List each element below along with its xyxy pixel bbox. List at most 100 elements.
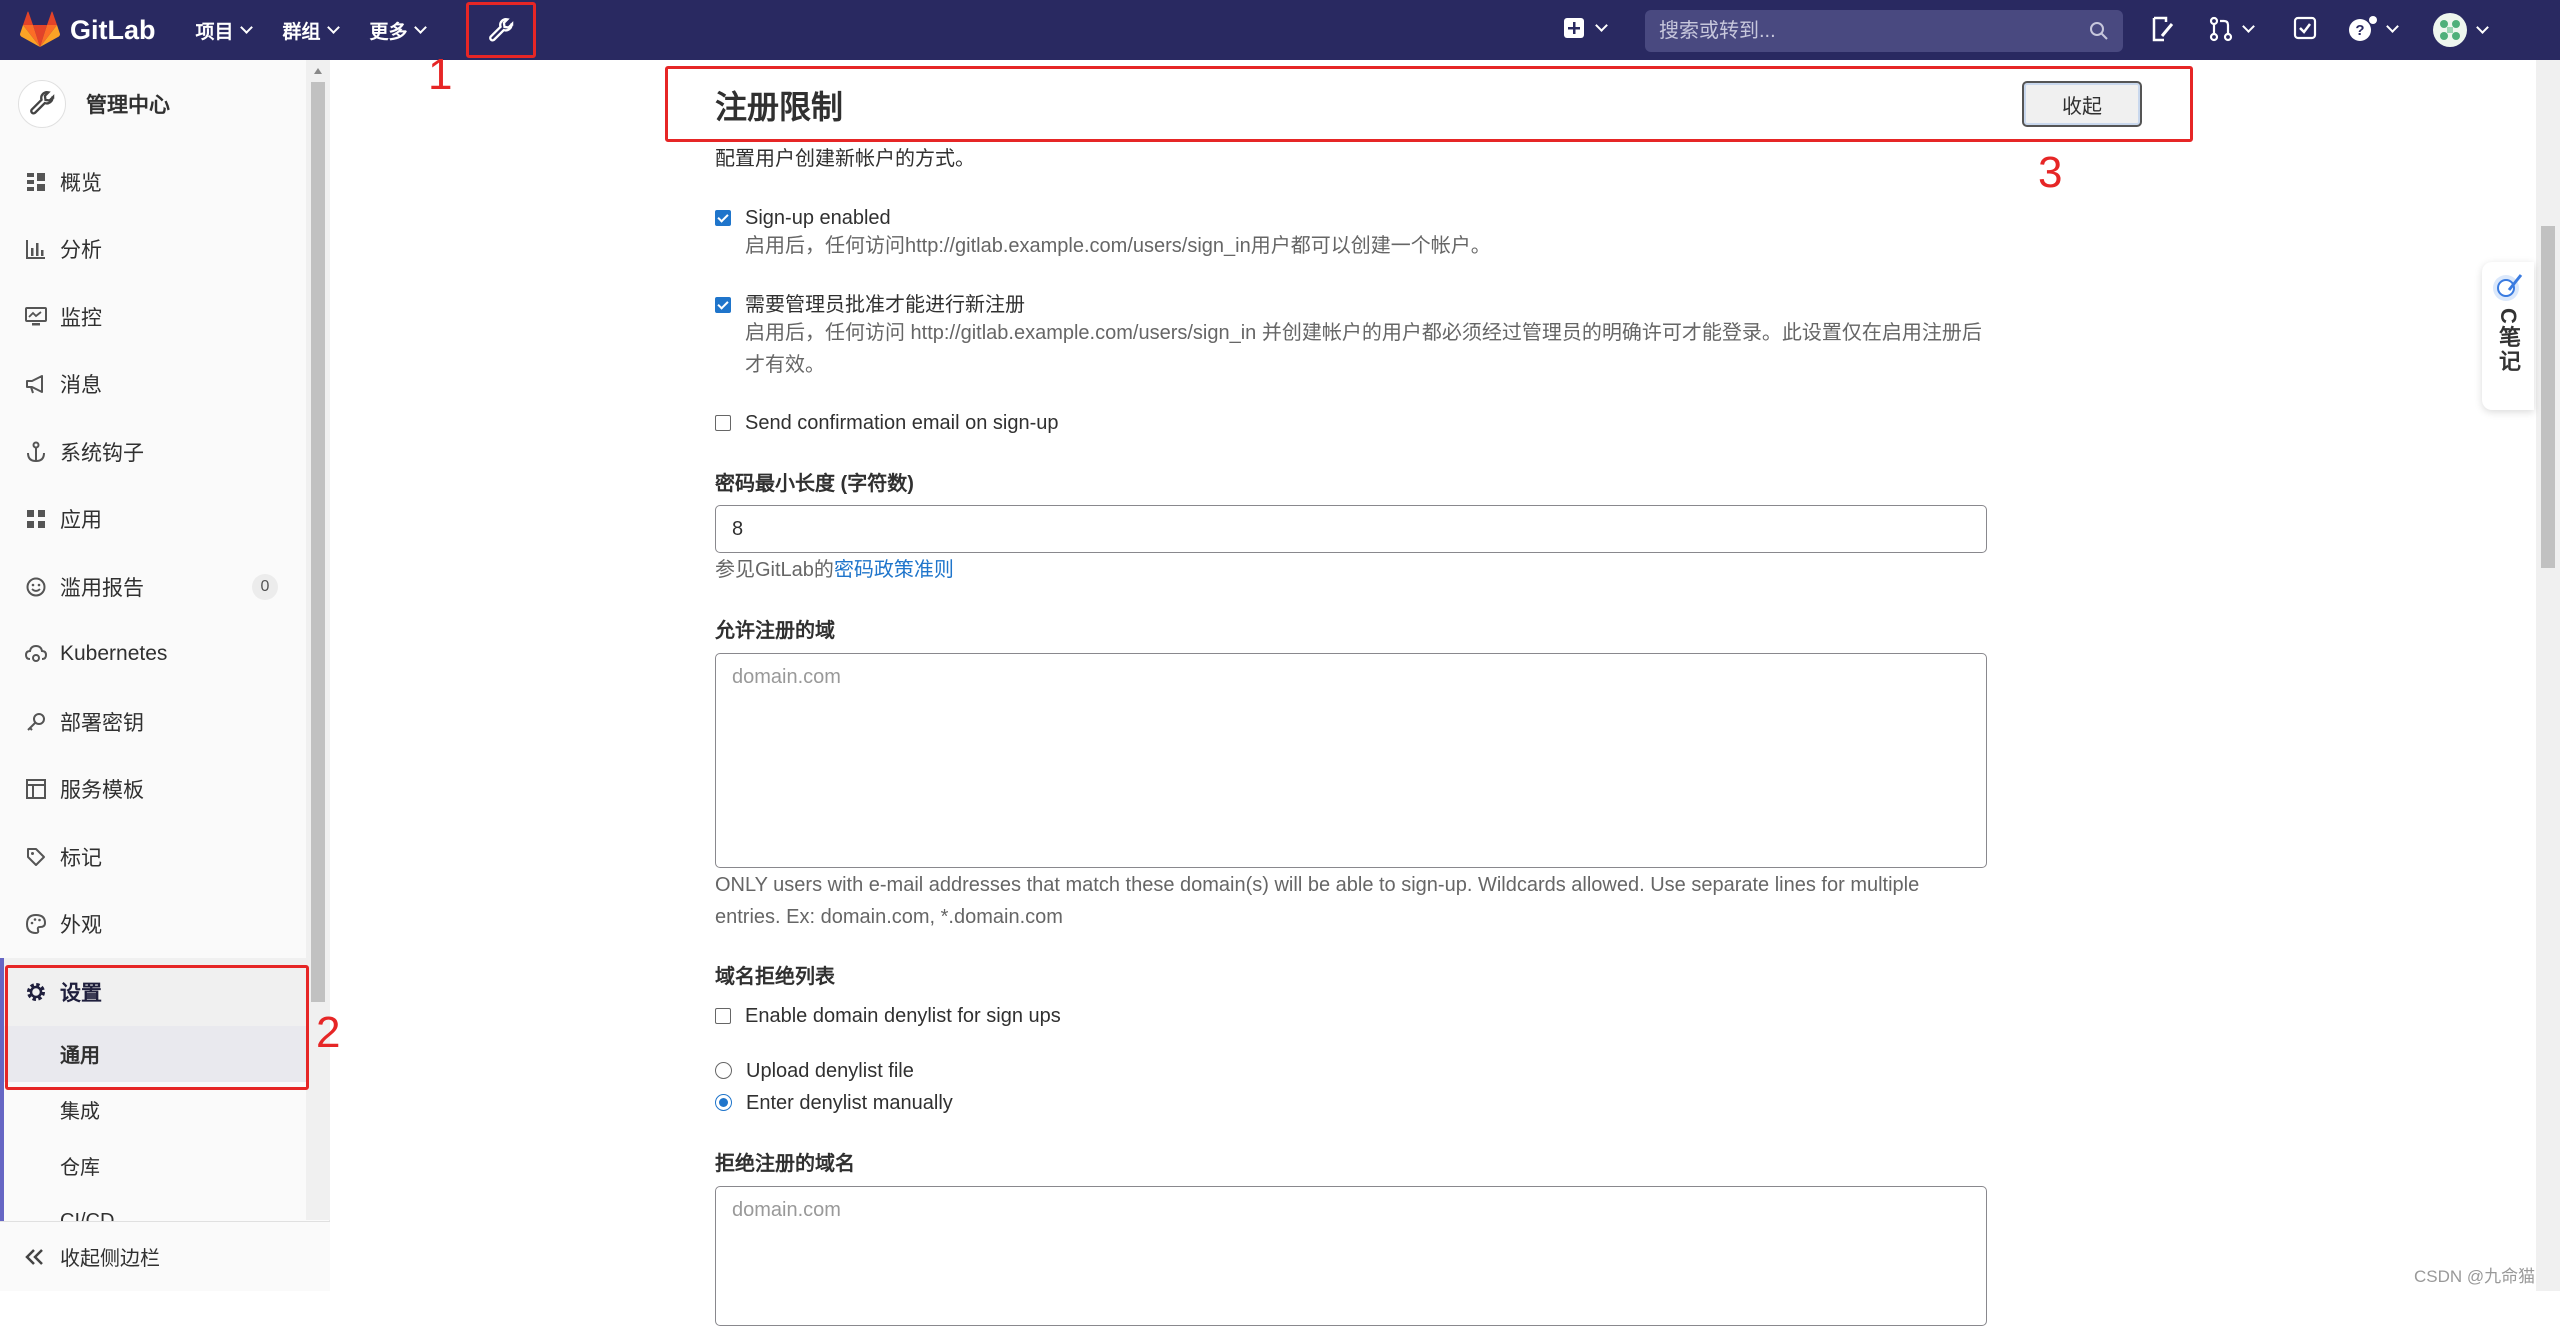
nav-groups-label: 群组 [282, 21, 321, 43]
note-widget-label: C笔记 [2496, 308, 2521, 374]
cloud-gear-icon [24, 642, 48, 666]
admin-approval-option[interactable]: 需要管理员批准才能进行新注册 [715, 292, 1025, 318]
apps-icon [24, 507, 48, 531]
help-button[interactable]: ? [2348, 16, 2399, 42]
highlight-box-admin [466, 2, 536, 58]
double-chevron-left-icon [25, 1248, 43, 1265]
gitlab-logo[interactable]: GitLab [20, 0, 156, 60]
user-menu[interactable] [2432, 12, 2489, 48]
page-scrollbar[interactable] [2536, 60, 2560, 1291]
signup-enabled-checkbox[interactable] [715, 210, 731, 226]
sidebar-item-deploy-keys[interactable]: 部署密钥 [0, 688, 329, 756]
manual-denylist-radio[interactable] [715, 1094, 732, 1111]
annotation-1: 1 [428, 50, 453, 99]
send-confirmation-label: Send confirmation email on sign-up [745, 412, 1059, 434]
nav-groups[interactable]: 群组 [282, 17, 340, 44]
sidebar-item-appearance[interactable]: 外观 [0, 891, 329, 959]
min-password-input[interactable] [715, 505, 1987, 553]
search-box[interactable] [1645, 10, 2123, 52]
manual-denylist-option[interactable]: Enter denylist manually [715, 1090, 953, 1116]
collapse-sidebar-button[interactable]: 收起侧边栏 [0, 1221, 330, 1291]
sidebar-item-applications[interactable]: 应用 [0, 486, 329, 554]
tanuki-icon [20, 11, 60, 47]
sidebar-title: 管理中心 [86, 94, 170, 117]
min-password-help: 参见GitLab的密码政策准则 [715, 554, 954, 586]
highlight-box-section [665, 66, 2193, 142]
wrench-icon [30, 91, 55, 115]
upload-denylist-radio[interactable] [715, 1062, 732, 1079]
top-navbar: GitLab 项目 群组 更多 搜索或转到... ? [0, 0, 2560, 60]
sidebar-item-kubernetes[interactable]: Kubernetes [0, 621, 329, 689]
megaphone-icon [24, 372, 48, 396]
watermark: CSDN @九命猫 [2414, 1267, 2536, 1286]
monitor-icon [24, 305, 48, 329]
sidebar-subitem-label: 仓库 [60, 1157, 100, 1179]
min-password-help-text: 参见GitLab的 [715, 559, 834, 581]
enable-denylist-label: Enable domain denylist for sign ups [745, 1005, 1061, 1027]
avatar [2433, 13, 2467, 47]
signup-enabled-option[interactable]: Sign-up enabled [715, 205, 891, 231]
chart-icon [24, 237, 48, 261]
sidebar-item-label: 监控 [60, 306, 102, 330]
todos-button[interactable] [2293, 16, 2317, 40]
enable-denylist-option[interactable]: Enable domain denylist for sign ups [715, 1003, 1061, 1029]
sidebar-item-abuse-reports[interactable]: 滥用报告 0 [0, 553, 329, 621]
sidebar-item-label: 滥用报告 [60, 576, 144, 600]
key-icon [24, 710, 48, 734]
sidebar-item-label: Kubernetes [60, 642, 168, 666]
annotation-2: 2 [316, 1008, 341, 1057]
chevron-down-icon [2476, 21, 2489, 34]
merge-requests-button[interactable] [2208, 16, 2255, 42]
manual-denylist-label: Enter denylist manually [746, 1092, 953, 1114]
collapse-sidebar-label: 收起侧边栏 [60, 1248, 160, 1270]
sidebar-item-labels[interactable]: 标记 [0, 823, 329, 891]
nav-projects-label: 项目 [195, 21, 234, 43]
admin-approval-label: 需要管理员批准才能进行新注册 [745, 294, 1025, 316]
template-icon [24, 777, 48, 801]
send-confirmation-checkbox[interactable] [715, 415, 731, 431]
nav-menu: 项目 群组 更多 [195, 17, 427, 44]
sidebar-item-label: 系统钩子 [60, 441, 144, 465]
note-icon [2493, 274, 2523, 301]
sidebar-subitem-repository[interactable]: 仓库 [0, 1137, 329, 1194]
nav-projects[interactable]: 项目 [195, 17, 253, 44]
sidebar-item-system-hooks[interactable]: 系统钩子 [0, 418, 329, 486]
admin-avatar [18, 80, 66, 128]
issues-button[interactable] [2150, 16, 2174, 42]
signup-enabled-label: Sign-up enabled [745, 207, 891, 229]
admin-approval-checkbox[interactable] [715, 297, 731, 313]
issues-icon [2152, 16, 2174, 42]
send-confirmation-option[interactable]: Send confirmation email on sign-up [715, 410, 1059, 436]
allowed-domains-textarea[interactable] [715, 653, 1987, 868]
allowed-domains-label: 允许注册的域 [715, 620, 835, 642]
sidebar-header[interactable]: 管理中心 [0, 60, 329, 148]
chevron-down-icon [1595, 19, 1608, 32]
upload-denylist-option[interactable]: Upload denylist file [715, 1058, 914, 1084]
admin-sidebar: 管理中心 概览 分析 监控 消息 系统钩子 应用 滥用报告 0 Kubernet… [0, 60, 330, 1291]
scroll-up-icon [314, 68, 322, 74]
upload-denylist-label: Upload denylist file [746, 1060, 914, 1082]
search-icon [2090, 22, 2108, 40]
merge-request-icon [2209, 16, 2233, 42]
tag-icon [24, 845, 48, 869]
min-password-label: 密码最小长度 (字符数) [715, 473, 914, 495]
svg-text:?: ? [2355, 22, 2364, 39]
denied-domains-textarea[interactable] [715, 1186, 1987, 1326]
password-policy-link[interactable]: 密码政策准则 [834, 559, 954, 581]
note-widget[interactable]: C笔记 [2482, 262, 2534, 410]
sidebar-item-messages[interactable]: 消息 [0, 351, 329, 419]
overview-icon [24, 170, 48, 194]
sidebar-item-analytics[interactable]: 分析 [0, 216, 329, 284]
sidebar-item-monitoring[interactable]: 监控 [0, 283, 329, 351]
sidebar-item-overview[interactable]: 概览 [0, 148, 329, 216]
enable-denylist-checkbox[interactable] [715, 1008, 731, 1024]
new-item-dropdown[interactable] [1563, 17, 1608, 39]
nav-more[interactable]: 更多 [370, 17, 427, 44]
sidebar-item-service-templates[interactable]: 服务模板 [0, 756, 329, 824]
page-scroll-thumb[interactable] [2541, 226, 2555, 568]
sidebar-item-label: 应用 [60, 509, 102, 533]
denylist-label: 域名拒绝列表 [715, 966, 835, 988]
sidebar-scroll-thumb[interactable] [311, 82, 325, 1002]
search-input[interactable] [1659, 19, 2079, 43]
smiley-icon [24, 575, 48, 599]
